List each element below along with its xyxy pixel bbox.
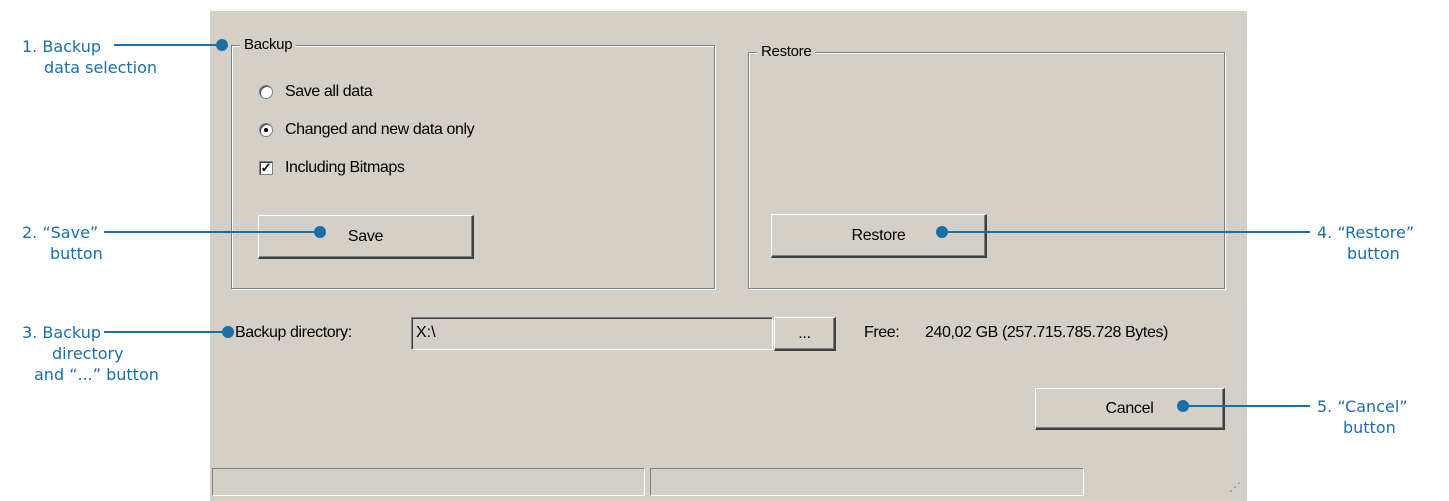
save-all-data-label: Save all data [285,83,373,100]
browse-button[interactable]: ... [774,317,836,351]
backup-groupbox: Backup Save all data Changed and new dat… [231,36,715,289]
backup-dialog: Backup Save all data Changed and new dat… [210,11,1247,501]
annotation-3-line-3: and “...” button [34,365,159,384]
annotation-1: 1. Backup data selection [22,36,157,78]
backup-group-title: Backup [240,36,297,53]
annotation-2-line-2: button [50,244,103,263]
annotation-1-line-1: 1. Backup [22,37,101,56]
including-bitmaps-checkbox[interactable]: ✓ Including Bitmaps [259,159,405,177]
cancel-button[interactable]: Cancel [1035,388,1225,430]
annotation-4: 4. “Restore” button [1317,222,1414,264]
backup-directory-input[interactable]: X:\ [411,317,773,350]
changed-new-data-label: Changed and new data only [285,121,475,138]
annotation-1-dot [216,39,228,51]
annotation-5-leader [1185,405,1310,407]
annotation-3-dot [222,326,234,338]
radio-checked-icon [259,123,273,137]
annotation-4-line-2: button [1347,244,1400,263]
save-button[interactable]: Save [258,215,474,259]
annotation-4-line-1: 4. “Restore” [1317,223,1415,242]
free-space-value: 240,02 GB (257.715.785.728 Bytes) [925,324,1168,341]
annotation-5-line-1: 5. “Cancel” [1317,397,1408,416]
annotation-2-dot [314,226,326,238]
annotation-2-leader [104,231,322,233]
restore-button[interactable]: Restore [771,214,987,258]
annotation-1-leader [114,44,222,46]
annotation-5-line-2: button [1343,418,1396,437]
annotation-2: 2. “Save” button [22,222,103,264]
save-button-label: Save [347,227,384,245]
status-pane-1 [212,468,645,496]
status-pane-2 [650,468,1084,496]
annotation-3-leader [104,331,228,333]
backup-directory-label: Backup directory: [235,324,352,341]
restore-group-title: Restore [757,43,816,60]
annotation-4-leader [944,231,1310,233]
radio-icon [259,85,273,99]
annotation-2-line-1: 2. “Save” [22,223,99,242]
checkmark-icon: ✓ [259,160,273,175]
annotation-5: 5. “Cancel” button [1317,396,1408,438]
browse-button-label: ... [798,324,811,342]
resize-grip-icon[interactable]: ⋰ [1227,481,1241,495]
including-bitmaps-label: Including Bitmaps [285,159,405,176]
annotation-1-line-2: data selection [44,58,158,77]
restore-button-label: Restore [851,226,906,244]
annotation-3-line-2: directory [52,344,124,363]
restore-groupbox: Restore Restore [748,43,1225,289]
save-all-data-radio[interactable]: Save all data [259,83,373,101]
cancel-button-label: Cancel [1105,399,1154,417]
free-label: Free: [864,324,900,341]
changed-new-data-radio[interactable]: Changed and new data only [259,121,475,139]
